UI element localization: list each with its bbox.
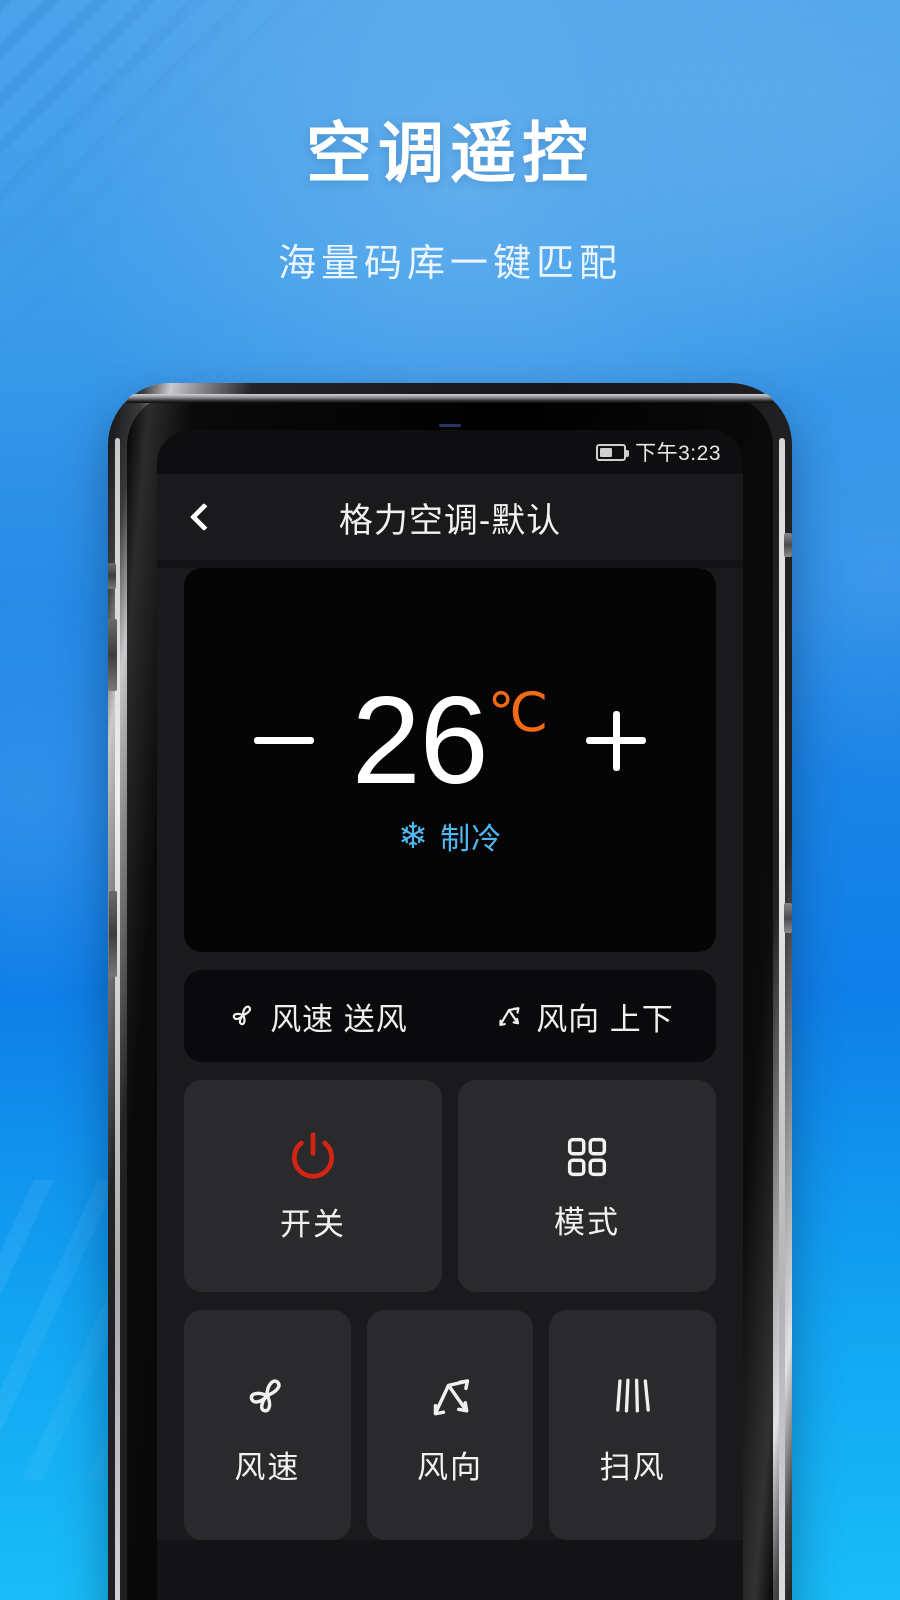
swing-button-label: 扫风 [599, 1450, 666, 1485]
secondary-button-row: 风速 风向 扫风 [184, 1310, 717, 1540]
remote-content: 26 ℃ ❄ 制冷 风速 送风 风向 上下 开关 模式 风速 风向 扫风 [157, 568, 743, 1540]
phone-sensor-dot [439, 424, 461, 427]
plus-icon-v [612, 710, 620, 771]
fan-icon [232, 1005, 252, 1026]
current-mode-label: 制冷 [440, 823, 503, 857]
phone-volume-button[interactable] [108, 619, 117, 691]
sweep-icon [615, 1378, 650, 1413]
status-bar: 下午3:23 [157, 430, 743, 474]
fan-speed-status-label: 风速 送风 [270, 1001, 408, 1037]
phone-mockup: 下午3:23 格力空调-默认 26 ℃ ❄ 制冷 风速 送风 风向 上下 开关 … [108, 383, 792, 1600]
temperature-value: 26 [351, 671, 489, 810]
phone-rail-right [779, 438, 785, 1600]
phone-screen: 下午3:23 格力空调-默认 26 ℃ ❄ 制冷 风速 送风 风向 上下 开关 … [157, 430, 743, 1600]
back-chevron-icon [189, 502, 219, 532]
power-icon [292, 1132, 334, 1179]
temperature-unit: ℃ [487, 682, 549, 743]
fan-status-bar: 风速 送风 风向 上下 [184, 970, 716, 1062]
fan-speed-button-label: 风速 [234, 1450, 301, 1485]
temperature-decrease-button[interactable] [238, 695, 330, 787]
battery-level [600, 447, 613, 457]
swing-arrow-icon [433, 1379, 470, 1416]
phone-side-button-left-lower[interactable] [109, 891, 117, 977]
battery-icon [596, 443, 630, 461]
fan-direction-status-label: 风向 上下 [536, 1001, 674, 1037]
phone-earpiece [127, 394, 773, 403]
phone-bezel: 下午3:23 格力空调-默认 26 ℃ ❄ 制冷 风速 送风 风向 上下 开关 … [127, 394, 773, 1600]
phone-side-button-right-lower[interactable] [784, 903, 792, 933]
page-title: 格力空调-默认 [338, 501, 562, 540]
back-button[interactable] [173, 486, 235, 548]
fan-direction-status-button[interactable]: 风向 上下 [450, 994, 716, 1039]
app-bar: 格力空调-默认 [157, 474, 743, 560]
phone-power-button[interactable] [784, 533, 792, 557]
status-time: 下午3:23 [635, 442, 721, 465]
swing-button[interactable]: 扫风 [549, 1310, 717, 1540]
fan-direction-button[interactable]: 风向 [366, 1310, 534, 1540]
power-button-label: 开关 [280, 1206, 346, 1242]
promo-title: 空调遥控 [306, 116, 594, 190]
mode-button[interactable]: 模式 [458, 1080, 716, 1292]
phone-rail-left [115, 438, 120, 1600]
fan-icon [250, 1379, 281, 1413]
primary-button-row: 开关 模式 [184, 1080, 716, 1292]
fan-speed-button[interactable]: 风速 [184, 1310, 351, 1540]
temperature-panel: 26 ℃ ❄ 制冷 [184, 568, 716, 952]
promo-subtitle: 海量码库一键匹配 [277, 243, 622, 285]
fan-speed-status-button[interactable]: 风速 送风 [184, 994, 450, 1039]
minus-icon [253, 737, 314, 745]
snowflake-icon: ❄ [397, 815, 429, 857]
temperature-increase-button[interactable] [570, 695, 662, 787]
mode-button-label: 模式 [554, 1204, 620, 1240]
swing-arrow-icon [499, 1007, 520, 1027]
fan-direction-button-label: 风向 [417, 1450, 483, 1485]
phone-side-button-left-top[interactable] [108, 563, 116, 589]
grid-icon [567, 1137, 607, 1176]
power-button[interactable]: 开关 [184, 1080, 442, 1292]
temperature-stepper-row: 26 ℃ [184, 671, 716, 810]
temperature-readout: 26 ℃ [351, 671, 549, 810]
current-mode-row: ❄ 制冷 [398, 814, 502, 858]
